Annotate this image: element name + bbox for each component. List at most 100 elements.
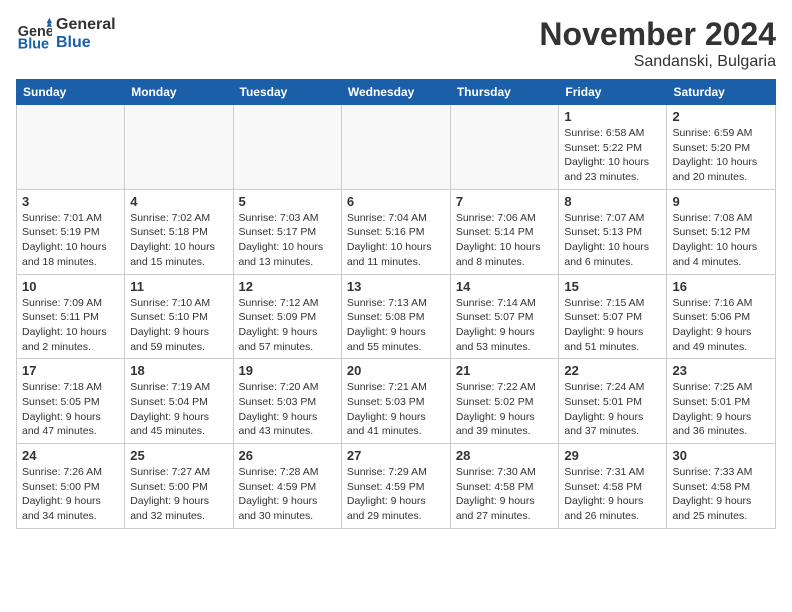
logo: General Blue GeneralBlue [16, 16, 116, 52]
day-number: 3 [22, 194, 119, 209]
calendar-cell: 12 Sunrise: 7:12 AMSunset: 5:09 PMDayligh… [233, 274, 341, 359]
day-number: 21 [456, 363, 554, 378]
day-number: 14 [456, 279, 554, 294]
calendar-cell: 14 Sunrise: 7:14 AMSunset: 5:07 PMDayligh… [450, 274, 559, 359]
calendar-cell: 6 Sunrise: 7:04 AMSunset: 5:16 PMDaylight… [341, 189, 450, 274]
day-number: 5 [239, 194, 336, 209]
col-wednesday: Wednesday [341, 80, 450, 105]
day-number: 23 [672, 363, 770, 378]
day-info: Sunrise: 7:28 AMSunset: 4:59 PMDaylight:… [239, 465, 336, 524]
day-info: Sunrise: 7:04 AMSunset: 5:16 PMDaylight:… [347, 211, 445, 270]
day-info: Sunrise: 7:20 AMSunset: 5:03 PMDaylight:… [239, 380, 336, 439]
day-info: Sunrise: 7:15 AMSunset: 5:07 PMDaylight:… [564, 296, 661, 355]
day-number: 18 [130, 363, 227, 378]
day-number: 13 [347, 279, 445, 294]
day-number: 8 [564, 194, 661, 209]
calendar-cell: 9 Sunrise: 7:08 AMSunset: 5:12 PMDaylight… [667, 189, 776, 274]
day-number: 10 [22, 279, 119, 294]
calendar-week-1: 1 Sunrise: 6:58 AMSunset: 5:22 PMDaylight… [17, 105, 776, 190]
day-info: Sunrise: 7:08 AMSunset: 5:12 PMDaylight:… [672, 211, 770, 270]
svg-text:Blue: Blue [18, 36, 49, 52]
col-saturday: Saturday [667, 80, 776, 105]
day-number: 11 [130, 279, 227, 294]
page-header: General Blue GeneralBlue November 2024 S… [16, 16, 776, 71]
day-number: 26 [239, 448, 336, 463]
day-info: Sunrise: 7:31 AMSunset: 4:58 PMDaylight:… [564, 465, 661, 524]
day-info: Sunrise: 7:10 AMSunset: 5:10 PMDaylight:… [130, 296, 227, 355]
day-number: 16 [672, 279, 770, 294]
day-info: Sunrise: 7:22 AMSunset: 5:02 PMDaylight:… [456, 380, 554, 439]
location-title: Sandanski, Bulgaria [539, 53, 776, 71]
day-info: Sunrise: 7:25 AMSunset: 5:01 PMDaylight:… [672, 380, 770, 439]
calendar-cell: 22 Sunrise: 7:24 AMSunset: 5:01 PMDayligh… [559, 359, 667, 444]
day-info: Sunrise: 7:02 AMSunset: 5:18 PMDaylight:… [130, 211, 227, 270]
day-number: 17 [22, 363, 119, 378]
calendar-cell: 10 Sunrise: 7:09 AMSunset: 5:11 PMDayligh… [17, 274, 125, 359]
day-info: Sunrise: 6:59 AMSunset: 5:20 PMDaylight:… [672, 126, 770, 185]
calendar-cell [450, 105, 559, 190]
month-title: November 2024 [539, 16, 776, 53]
calendar-cell: 13 Sunrise: 7:13 AMSunset: 5:08 PMDayligh… [341, 274, 450, 359]
day-number: 25 [130, 448, 227, 463]
day-info: Sunrise: 7:30 AMSunset: 4:58 PMDaylight:… [456, 465, 554, 524]
col-sunday: Sunday [17, 80, 125, 105]
calendar-cell [341, 105, 450, 190]
day-info: Sunrise: 7:24 AMSunset: 5:01 PMDaylight:… [564, 380, 661, 439]
calendar-cell: 26 Sunrise: 7:28 AMSunset: 4:59 PMDayligh… [233, 444, 341, 529]
calendar-cell: 7 Sunrise: 7:06 AMSunset: 5:14 PMDaylight… [450, 189, 559, 274]
calendar-cell [125, 105, 233, 190]
day-info: Sunrise: 7:18 AMSunset: 5:05 PMDaylight:… [22, 380, 119, 439]
day-info: Sunrise: 7:07 AMSunset: 5:13 PMDaylight:… [564, 211, 661, 270]
calendar-cell: 21 Sunrise: 7:22 AMSunset: 5:02 PMDayligh… [450, 359, 559, 444]
calendar-header-row: Sunday Monday Tuesday Wednesday Thursday… [17, 80, 776, 105]
day-info: Sunrise: 7:01 AMSunset: 5:19 PMDaylight:… [22, 211, 119, 270]
calendar-cell: 23 Sunrise: 7:25 AMSunset: 5:01 PMDayligh… [667, 359, 776, 444]
day-info: Sunrise: 7:14 AMSunset: 5:07 PMDaylight:… [456, 296, 554, 355]
day-number: 19 [239, 363, 336, 378]
day-number: 28 [456, 448, 554, 463]
calendar-week-5: 24 Sunrise: 7:26 AMSunset: 5:00 PMDayligh… [17, 444, 776, 529]
calendar-cell: 16 Sunrise: 7:16 AMSunset: 5:06 PMDayligh… [667, 274, 776, 359]
logo-text: GeneralBlue [56, 16, 116, 51]
col-monday: Monday [125, 80, 233, 105]
title-block: November 2024 Sandanski, Bulgaria [539, 16, 776, 71]
day-number: 22 [564, 363, 661, 378]
day-info: Sunrise: 7:12 AMSunset: 5:09 PMDaylight:… [239, 296, 336, 355]
calendar-week-3: 10 Sunrise: 7:09 AMSunset: 5:11 PMDayligh… [17, 274, 776, 359]
day-number: 12 [239, 279, 336, 294]
logo-icon: General Blue [16, 16, 52, 52]
calendar-cell: 25Sunrise: 7:27 AMSunset: 5:00 PMDayligh… [125, 444, 233, 529]
calendar-week-2: 3 Sunrise: 7:01 AMSunset: 5:19 PMDaylight… [17, 189, 776, 274]
day-info: Sunrise: 7:03 AMSunset: 5:17 PMDaylight:… [239, 211, 336, 270]
day-info: Sunrise: 7:19 AMSunset: 5:04 PMDaylight:… [130, 380, 227, 439]
calendar-cell: 30Sunrise: 7:33 AMSunset: 4:58 PMDayligh… [667, 444, 776, 529]
day-info: Sunrise: 6:58 AMSunset: 5:22 PMDaylight:… [564, 126, 661, 185]
calendar-cell: 27Sunrise: 7:29 AMSunset: 4:59 PMDayligh… [341, 444, 450, 529]
calendar-cell: 24 Sunrise: 7:26 AMSunset: 5:00 PMDayligh… [17, 444, 125, 529]
calendar-cell: 19 Sunrise: 7:20 AMSunset: 5:03 PMDayligh… [233, 359, 341, 444]
calendar-cell: 2 Sunrise: 6:59 AMSunset: 5:20 PMDaylight… [667, 105, 776, 190]
day-info: Sunrise: 7:13 AMSunset: 5:08 PMDaylight:… [347, 296, 445, 355]
calendar-cell: 8 Sunrise: 7:07 AMSunset: 5:13 PMDaylight… [559, 189, 667, 274]
day-info: Sunrise: 7:33 AMSunset: 4:58 PMDaylight:… [672, 465, 770, 524]
calendar-cell: 4Sunrise: 7:02 AMSunset: 5:18 PMDaylight… [125, 189, 233, 274]
day-info: Sunrise: 7:16 AMSunset: 5:06 PMDaylight:… [672, 296, 770, 355]
calendar-cell [233, 105, 341, 190]
day-number: 2 [672, 109, 770, 124]
day-info: Sunrise: 7:26 AMSunset: 5:00 PMDaylight:… [22, 465, 119, 524]
day-number: 9 [672, 194, 770, 209]
day-info: Sunrise: 7:06 AMSunset: 5:14 PMDaylight:… [456, 211, 554, 270]
day-number: 29 [564, 448, 661, 463]
calendar-cell: 20Sunrise: 7:21 AMSunset: 5:03 PMDayligh… [341, 359, 450, 444]
calendar-table: Sunday Monday Tuesday Wednesday Thursday… [16, 79, 776, 529]
day-info: Sunrise: 7:09 AMSunset: 5:11 PMDaylight:… [22, 296, 119, 355]
day-number: 6 [347, 194, 445, 209]
calendar-cell: 15Sunrise: 7:15 AMSunset: 5:07 PMDayligh… [559, 274, 667, 359]
day-info: Sunrise: 7:21 AMSunset: 5:03 PMDaylight:… [347, 380, 445, 439]
day-number: 7 [456, 194, 554, 209]
day-number: 1 [564, 109, 661, 124]
day-number: 27 [347, 448, 445, 463]
day-number: 24 [22, 448, 119, 463]
calendar-week-4: 17 Sunrise: 7:18 AMSunset: 5:05 PMDayligh… [17, 359, 776, 444]
calendar-cell [17, 105, 125, 190]
